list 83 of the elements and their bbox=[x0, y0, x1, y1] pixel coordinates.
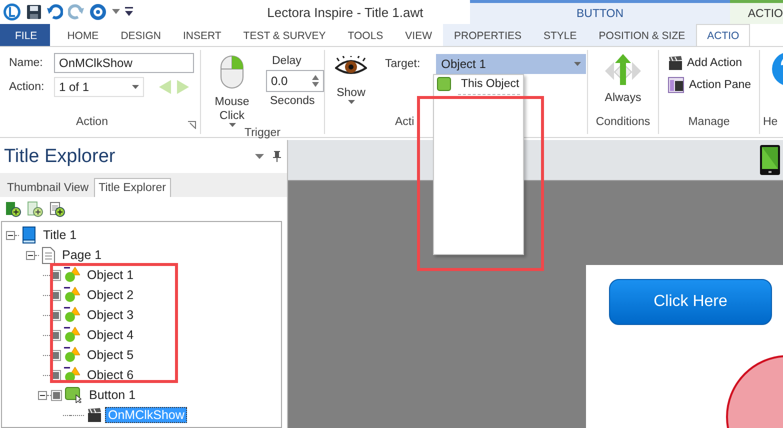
contextual-tab-group-label: BUTTON bbox=[470, 0, 730, 24]
dropdown-item[interactable]: This Object bbox=[434, 75, 523, 93]
customize-toolbar-icon[interactable] bbox=[125, 7, 133, 17]
shapes-icon bbox=[64, 267, 80, 283]
ribbon-tab[interactable]: DESIGN bbox=[110, 24, 172, 46]
tree-item[interactable]: Page 1 bbox=[59, 247, 105, 263]
dialog-launcher-icon[interactable] bbox=[188, 121, 196, 129]
tree-item[interactable]: Button 1 bbox=[86, 387, 139, 403]
delay-label: Delay bbox=[271, 55, 302, 67]
action-pane-button[interactable]: Action Pane bbox=[668, 74, 752, 96]
collapse-icon[interactable] bbox=[38, 390, 47, 400]
ribbon-tab[interactable]: ACTIO bbox=[696, 24, 750, 46]
collapse-icon[interactable] bbox=[6, 230, 15, 240]
panel-tab[interactable]: Title Explorer bbox=[94, 178, 171, 197]
book-icon bbox=[22, 226, 36, 244]
group-label: Acti bbox=[394, 116, 414, 130]
shapes-icon bbox=[64, 327, 80, 343]
button-icon bbox=[65, 387, 82, 403]
add-page-icon[interactable] bbox=[49, 201, 65, 217]
group-label: Manage bbox=[687, 116, 731, 130]
shapes-icon bbox=[64, 367, 80, 383]
tree-item[interactable]: Object 5 bbox=[84, 347, 137, 363]
target-label: Target: bbox=[385, 58, 420, 70]
ribbon-tab[interactable]: INSERT bbox=[172, 24, 232, 46]
undo-icon[interactable] bbox=[47, 4, 63, 20]
action-pane-icon bbox=[668, 77, 684, 93]
dropdown-arrow-icon bbox=[132, 85, 139, 89]
field-label: Action: bbox=[9, 81, 46, 93]
ribbon-tab[interactable]: POSITION & SIZE bbox=[588, 24, 696, 46]
show-button[interactable]: Show bbox=[331, 52, 371, 116]
delay-spinner[interactable]: 0.0 bbox=[266, 70, 324, 92]
add-chapter-icon[interactable] bbox=[27, 201, 43, 217]
group-label: Trigger bbox=[244, 127, 282, 139]
pin-icon[interactable] bbox=[273, 151, 281, 162]
ribbon-tab[interactable]: PROPERTIES bbox=[443, 24, 533, 46]
ribbon-tab[interactable]: VIEW bbox=[394, 24, 444, 46]
dropdown-arrow-icon[interactable] bbox=[112, 9, 120, 15]
window-title: Lectora Inspire - Title 1.awt bbox=[266, 4, 424, 20]
tree-item[interactable]: Object 6 bbox=[84, 367, 137, 383]
contextual-tab-group-label: ACTIO bbox=[730, 0, 783, 24]
tree-item[interactable]: Object 3 bbox=[84, 307, 137, 323]
dropdown-arrow-icon bbox=[348, 100, 354, 104]
object-icon bbox=[437, 77, 451, 91]
ribbon-tab[interactable]: STYLE bbox=[532, 24, 588, 46]
save-icon[interactable] bbox=[26, 4, 42, 20]
ribbon-tab[interactable]: HOME bbox=[56, 24, 110, 46]
collapse-icon[interactable] bbox=[26, 250, 35, 260]
panel-title: Title Explorer bbox=[4, 146, 116, 168]
group-label: Action bbox=[75, 116, 109, 130]
panel-tab[interactable]: Thumbnail View bbox=[2, 178, 94, 197]
page-icon bbox=[42, 246, 55, 264]
add-book-icon[interactable] bbox=[5, 201, 21, 217]
file-tab[interactable]: FILE bbox=[0, 24, 50, 46]
seconds-label: Seconds bbox=[269, 95, 316, 107]
visibility-toggle-icon[interactable] bbox=[51, 390, 62, 400]
clapperboard-icon bbox=[668, 56, 682, 70]
dropdown-arrow-icon bbox=[574, 62, 582, 66]
dropdown-arrow-icon bbox=[228, 123, 236, 127]
tree-item[interactable]: Title 1 bbox=[40, 227, 80, 243]
click-here-button[interactable]: Click Here bbox=[609, 279, 772, 325]
mouse-click-button[interactable]: Mouse Click bbox=[206, 55, 258, 127]
always-button[interactable]: Always bbox=[593, 52, 653, 116]
shapes-icon bbox=[64, 287, 80, 303]
tree-item[interactable]: Object 2 bbox=[84, 287, 137, 303]
tree-item[interactable]: Object 4 bbox=[84, 327, 137, 343]
ribbon-tab[interactable]: TOOLS bbox=[336, 24, 394, 46]
action-select[interactable]: 1 of 1 bbox=[54, 77, 144, 97]
mouse-icon bbox=[220, 55, 244, 89]
clapperboard-icon bbox=[87, 408, 101, 422]
group-label: He bbox=[762, 116, 778, 130]
ribbon-tab[interactable]: TEST & SURVEY bbox=[232, 24, 337, 46]
dropdown-arrow-icon[interactable] bbox=[255, 154, 264, 159]
target-select[interactable]: Object 1 bbox=[436, 54, 586, 74]
field-label: Name: bbox=[9, 57, 44, 69]
spin-arrows-icon bbox=[312, 75, 319, 87]
group-label: Conditions bbox=[594, 116, 652, 130]
tablet-icon[interactable] bbox=[759, 144, 781, 176]
name-field[interactable]: OnMClkShow bbox=[54, 53, 194, 73]
add-action-button[interactable]: Add Action bbox=[668, 52, 752, 74]
shapes-icon bbox=[64, 347, 80, 363]
app-logo-icon bbox=[3, 3, 21, 21]
shapes-icon bbox=[64, 307, 80, 323]
tree-item[interactable]: Object 1 bbox=[84, 267, 137, 283]
